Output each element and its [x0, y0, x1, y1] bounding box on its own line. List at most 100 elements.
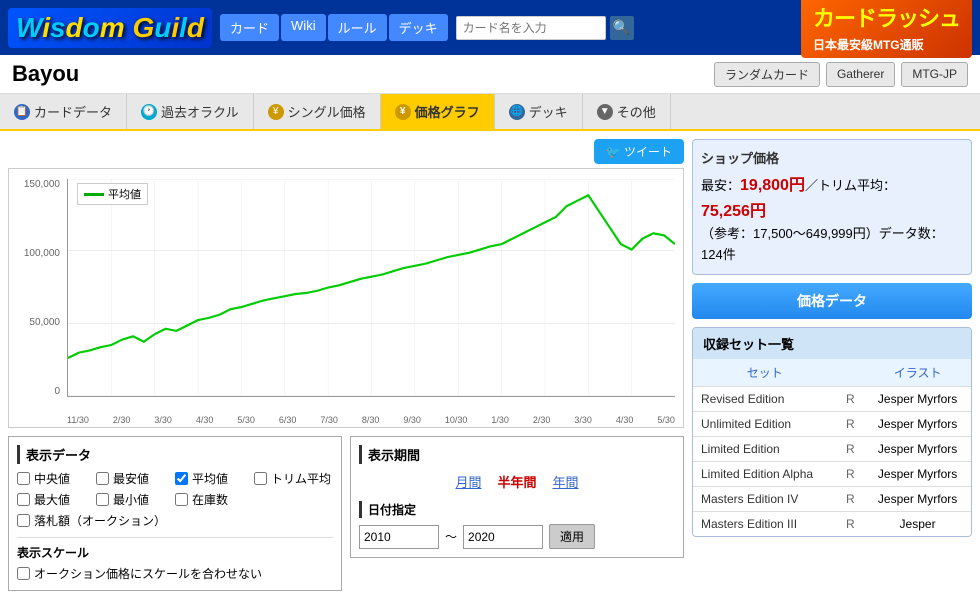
tab-price-graph[interactable]: ¥ 価格グラフ — [381, 94, 495, 129]
graph-icon: ¥ — [395, 104, 411, 120]
min-label: 最安： — [701, 178, 740, 193]
date-from-input[interactable] — [359, 525, 439, 549]
search-input[interactable] — [456, 16, 606, 40]
price-data-button[interactable]: 価格データ — [692, 283, 972, 319]
checkbox-trim: トリム平均 — [254, 470, 333, 487]
display-data-title: 表示データ — [17, 445, 333, 464]
yen-icon: ¥ — [268, 104, 284, 120]
set-name: Limited Edition — [693, 436, 837, 461]
tab-single-price[interactable]: ¥ シングル価格 — [254, 94, 381, 129]
checkbox-grid: 中央値 最安値 平均値 トリム平均 — [17, 470, 333, 508]
set-table-body: Revised Edition R Jesper Myrfors Unlimit… — [693, 386, 971, 536]
set-col-header: セット — [693, 359, 837, 387]
rarity: R — [837, 486, 865, 511]
apply-button[interactable]: 適用 — [549, 524, 595, 549]
nav-rules[interactable]: ルール — [328, 14, 387, 41]
oracle-icon: 🕐 — [141, 104, 157, 120]
checkbox-max-input[interactable] — [17, 493, 30, 506]
rarity: R — [837, 411, 865, 436]
table-row[interactable]: Masters Edition III R Jesper — [693, 511, 971, 536]
legend-color — [84, 193, 104, 196]
down-arrow-icon: ▼ — [597, 104, 613, 120]
date-range: ～ 適用 — [359, 524, 675, 549]
tab-card-data[interactable]: 📋 カードデータ — [0, 94, 127, 129]
gatherer-button[interactable]: Gatherer — [826, 62, 895, 87]
page-title: Bayou — [12, 61, 79, 87]
trim-price: 75,256円 — [701, 203, 766, 220]
date-to-input[interactable] — [463, 525, 543, 549]
price-info: 最安：19,800円／トリム平均： 75,256円 （参考：17,500～649… — [701, 173, 963, 266]
left-panel: 🐦 ツイート 150,000 100,000 50,000 0 — [8, 139, 684, 599]
scale-section: 表示スケール オークション価格にスケールを合わせない — [17, 537, 333, 582]
checkbox-auction: 落札額（オークション） — [17, 512, 333, 529]
table-row[interactable]: Revised Edition R Jesper Myrfors — [693, 386, 971, 411]
artist: Jesper Myrfors — [864, 386, 971, 411]
chart-svg — [68, 179, 675, 396]
chart-x-labels: 11/30 2/30 3/30 4/30 5/30 6/30 7/30 8/30… — [67, 415, 675, 425]
checkbox-min-input[interactable] — [96, 493, 109, 506]
table-row[interactable]: Unlimited Edition R Jesper Myrfors — [693, 411, 971, 436]
checkbox-avg-input[interactable] — [175, 472, 188, 485]
artist: Jesper Myrfors — [864, 486, 971, 511]
tab-other[interactable]: ▼ その他 — [583, 94, 671, 129]
random-card-button[interactable]: ランダムカード — [714, 62, 820, 87]
set-name: Masters Edition IV — [693, 486, 837, 511]
display-data: 表示データ 中央値 最安値 平均値 — [8, 436, 342, 591]
chart-y-labels: 150,000 100,000 50,000 0 — [9, 179, 64, 397]
shop-price: ショップ価格 最安：19,800円／トリム平均： 75,256円 （参考：17,… — [692, 139, 972, 275]
checkbox-minprice-input[interactable] — [96, 472, 109, 485]
ref-label: （参考： — [701, 226, 753, 241]
set-name: Unlimited Edition — [693, 411, 837, 436]
period-month-button[interactable]: 月間 — [451, 470, 485, 493]
tab-oracle[interactable]: 🕐 過去オラクル — [127, 94, 254, 129]
search-button[interactable]: 🔍 — [610, 16, 634, 40]
set-name: Limited Edition Alpha — [693, 461, 837, 486]
rarity: R — [837, 511, 865, 536]
period-year-button[interactable]: 年間 — [549, 470, 583, 493]
bottom-sections: 表示データ 中央値 最安値 平均値 — [8, 436, 684, 599]
site-logo[interactable]: Wisdom Guild — [8, 8, 212, 48]
checkbox-stock-input[interactable] — [175, 493, 188, 506]
artist: Jesper Myrfors — [864, 411, 971, 436]
tabs: 📋 カードデータ 🕐 過去オラクル ¥ シングル価格 ¥ 価格グラフ 🌐 デッキ… — [0, 94, 980, 131]
mtgjp-button[interactable]: MTG-JP — [901, 62, 968, 87]
tweet-bar: 🐦 ツイート — [8, 139, 684, 164]
artist-col-header: イラスト — [864, 359, 971, 387]
set-name: Masters Edition III — [693, 511, 837, 536]
table-row[interactable]: Limited Edition R Jesper Myrfors — [693, 436, 971, 461]
nav-card[interactable]: カード — [220, 14, 279, 41]
header: Wisdom Guild カード Wiki ルール デッキ 🔍 カードラッシュ … — [0, 0, 980, 55]
set-name: Revised Edition — [693, 386, 837, 411]
right-panel: ショップ価格 最安：19,800円／トリム平均： 75,256円 （参考：17,… — [692, 139, 972, 599]
checkbox-auction-input[interactable] — [17, 514, 30, 527]
table-row[interactable]: Masters Edition IV R Jesper Myrfors — [693, 486, 971, 511]
checkbox-median: 中央値 — [17, 470, 96, 487]
period-section: 表示期間 月間 半年間 年間 日付指定 ～ 適用 — [350, 436, 684, 558]
banner-box: カードラッシュ 日本最安級MTG通販 — [801, 0, 972, 58]
tab-deck[interactable]: 🌐 デッキ — [495, 94, 583, 129]
artist: Jesper Myrfors — [864, 461, 971, 486]
rarity: R — [837, 386, 865, 411]
rarity: R — [837, 461, 865, 486]
nav-deck[interactable]: デッキ — [389, 14, 448, 41]
banner[interactable]: カードラッシュ 日本最安級MTG通販 — [801, 0, 972, 58]
checkbox-avg: 平均値 — [175, 470, 254, 487]
date-title: 日付指定 — [359, 501, 675, 518]
tweet-button[interactable]: 🐦 ツイート — [594, 139, 684, 164]
table-row[interactable]: Limited Edition Alpha R Jesper Myrfors — [693, 461, 971, 486]
chart-container: 150,000 100,000 50,000 0 — [8, 168, 684, 428]
artist: Jesper Myrfors — [864, 436, 971, 461]
checkbox-stock: 在庫数 — [175, 491, 254, 508]
period-halfyear-button[interactable]: 半年間 — [493, 470, 540, 493]
checkbox-trim-input[interactable] — [254, 472, 267, 485]
main-content: 🐦 ツイート 150,000 100,000 50,000 0 — [0, 131, 980, 607]
checkbox-median-input[interactable] — [17, 472, 30, 485]
period-title: 表示期間 — [359, 445, 675, 464]
period-section-wrapper: 表示期間 月間 半年間 年間 日付指定 ～ 適用 — [350, 436, 684, 599]
nav-wiki[interactable]: Wiki — [281, 14, 326, 41]
checkbox-max: 最大値 — [17, 491, 96, 508]
checkbox-scale-input[interactable] — [17, 567, 30, 580]
title-actions: ランダムカード Gatherer MTG-JP — [714, 62, 968, 87]
chart-legend: 平均値 — [77, 183, 148, 205]
card-data-icon: 📋 — [14, 104, 30, 120]
